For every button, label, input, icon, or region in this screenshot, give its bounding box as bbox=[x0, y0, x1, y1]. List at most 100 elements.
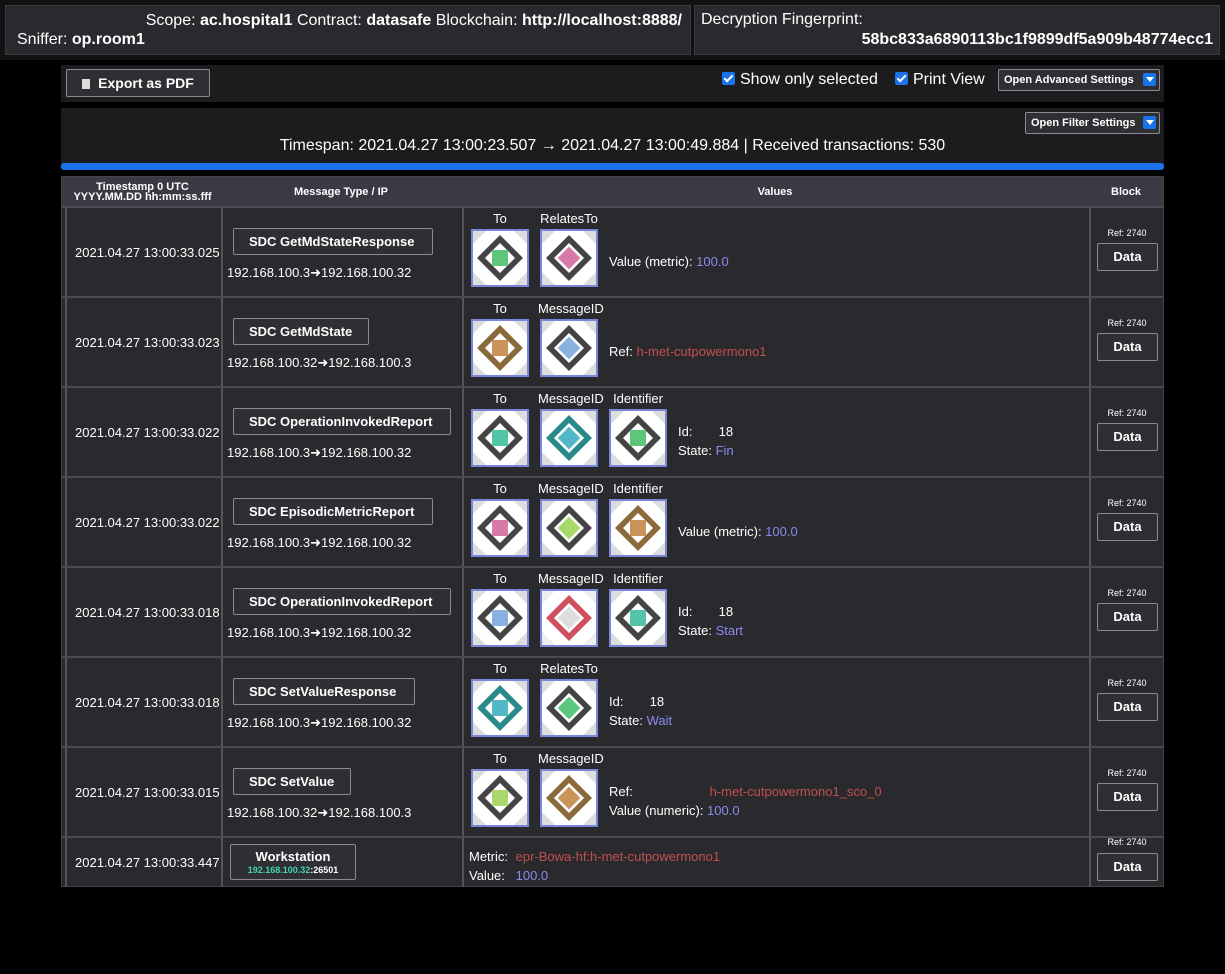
table-row[interactable]: 2021.04.27 13:00:33.022 SDC EpisodicMetri… bbox=[62, 476, 1163, 566]
message-type-button[interactable]: SDC SetValue bbox=[233, 768, 351, 795]
value-label: State: bbox=[678, 623, 712, 638]
show-only-selected-checkbox[interactable]: Show only selected bbox=[722, 71, 878, 89]
message-type-label: SDC GetMdState bbox=[249, 324, 353, 339]
table-row[interactable]: 2021.04.27 13:00:33.018 SDC SetValueRespo… bbox=[62, 656, 1163, 746]
contract-label: Contract: bbox=[296, 12, 362, 29]
identicon-label: To bbox=[493, 301, 507, 316]
ip-route: 192.168.100.3➜192.168.100.32 bbox=[227, 445, 412, 460]
identicon-group: Identifier bbox=[607, 391, 669, 467]
message-type-label: SDC SetValueResponse bbox=[249, 684, 397, 699]
timestamp-cell: 2021.04.27 13:00:33.022 bbox=[65, 388, 220, 476]
block-ref: Ref: 2740 bbox=[1107, 228, 1147, 238]
timestamp-cell: 2021.04.27 13:00:33.018 bbox=[65, 568, 220, 656]
value-label: Id: bbox=[678, 604, 693, 619]
value-text: 100.0 bbox=[696, 254, 729, 269]
message-type-label: SDC OperationInvokedReport bbox=[249, 414, 433, 429]
identicon-group: To bbox=[469, 481, 531, 557]
data-button[interactable]: Data bbox=[1097, 783, 1158, 811]
identicon-icon[interactable] bbox=[540, 409, 598, 467]
value-label: State: bbox=[609, 713, 643, 728]
identicon-icon[interactable] bbox=[471, 589, 529, 647]
identicon-label: MessageID bbox=[538, 391, 604, 406]
identicon-icon[interactable] bbox=[471, 679, 529, 737]
identicon-label: Identifier bbox=[613, 571, 663, 586]
message-type-button[interactable]: SDC GetMdStateResponse bbox=[233, 228, 433, 255]
identicon-icon[interactable] bbox=[609, 409, 667, 467]
table-row[interactable]: 2021.04.27 13:00:33.023 SDC GetMdState 192… bbox=[62, 296, 1163, 386]
message-type-button[interactable]: SDC SetValueResponse bbox=[233, 678, 415, 705]
value-label: State: bbox=[678, 443, 712, 458]
block-cell: Ref: 2740 Data bbox=[1089, 298, 1163, 386]
checkbox-checked-icon bbox=[722, 72, 735, 85]
message-type-cell: SDC SetValue 192.168.100.32➜192.168.100.3 bbox=[221, 748, 461, 836]
values-cell: To MessageID Ref: h-met-cutpowermono1_sco_… bbox=[462, 748, 1088, 836]
data-button[interactable]: Data bbox=[1097, 853, 1158, 881]
advanced-settings-select[interactable]: Open Advanced Settings bbox=[998, 69, 1160, 91]
block-ref: Ref: 2740 bbox=[1107, 408, 1147, 418]
block-cell: Ref: 2740 Data bbox=[1089, 208, 1163, 296]
value-text: Start bbox=[715, 623, 744, 638]
table-row[interactable]: 2021.04.27 13:00:33.018 SDC OperationInvo… bbox=[62, 566, 1163, 656]
data-button[interactable]: Data bbox=[1097, 693, 1158, 721]
table-row[interactable]: 2021.04.27 13:00:33.025 SDC GetMdStateRes… bbox=[62, 206, 1163, 296]
identicon-icon[interactable] bbox=[540, 679, 598, 737]
identicon-icon[interactable] bbox=[471, 499, 529, 557]
identicon-icon[interactable] bbox=[471, 229, 529, 287]
print-view-checkbox[interactable]: Print View bbox=[895, 71, 985, 89]
identicon-icon[interactable] bbox=[471, 409, 529, 467]
timespan-summary: Timespan: 2021.04.27 13:00:23.507 → 2021… bbox=[279, 137, 946, 154]
message-type-label: Workstation bbox=[255, 849, 331, 864]
data-button[interactable]: Data bbox=[1097, 513, 1158, 541]
block-ref: Ref: 2740 bbox=[1107, 768, 1147, 778]
identicon-icon[interactable] bbox=[540, 319, 598, 377]
identicon-icon[interactable] bbox=[540, 589, 598, 647]
value-label: Value (metric): bbox=[678, 524, 762, 539]
message-type-button[interactable]: SDC OperationInvokedReport bbox=[233, 408, 451, 435]
data-button[interactable]: Data bbox=[1097, 423, 1158, 451]
value-text: h-met-cutpowermono1_sco_0 bbox=[709, 784, 882, 799]
identicon-icon[interactable] bbox=[609, 589, 667, 647]
data-button[interactable]: Data bbox=[1097, 603, 1158, 631]
identicon-icon[interactable] bbox=[471, 319, 529, 377]
identicon-icon[interactable] bbox=[540, 499, 598, 557]
value-label: Metric: bbox=[469, 849, 508, 864]
identicon-icon[interactable] bbox=[471, 769, 529, 827]
table-row[interactable]: 2021.04.27 13:00:33.015 SDC SetValue 192.1… bbox=[62, 746, 1163, 836]
checkbox-checked-icon bbox=[895, 72, 908, 85]
ip-address: 192.168.100.32 bbox=[247, 865, 311, 875]
table-row[interactable]: 2021.04.27 13:00:33.022 SDC OperationInvo… bbox=[62, 386, 1163, 476]
table-row[interactable]: 2021.04.27 13:00:33.447 Workstation 192.16… bbox=[62, 836, 1163, 887]
toolbar: Export as PDF Show only selected Print V… bbox=[61, 65, 1164, 102]
pdf-icon bbox=[82, 79, 91, 89]
data-button[interactable]: Data bbox=[1097, 243, 1158, 271]
identicon-icon[interactable] bbox=[540, 229, 598, 287]
export-pdf-button[interactable]: Export as PDF bbox=[66, 69, 210, 97]
advanced-settings-label: Open Advanced Settings bbox=[1004, 74, 1134, 86]
message-type-button[interactable]: SDC OperationInvokedReport bbox=[233, 588, 451, 615]
data-button[interactable]: Data bbox=[1097, 333, 1158, 361]
fingerprint-label: Decryption Fingerprint: bbox=[701, 11, 863, 28]
show-only-selected-label: Show only selected bbox=[740, 71, 878, 88]
timestamp: 2021.04.27 13:00:33.015 bbox=[75, 784, 220, 800]
scope-panel: Scope: ac.hospital1 Contract: datasafe B… bbox=[5, 5, 691, 55]
value-list: Ref: h-met-cutpowermono1_sco_0 Value (num… bbox=[609, 782, 882, 820]
message-type-label: SDC SetValue bbox=[249, 774, 335, 789]
identicon-icon[interactable] bbox=[540, 769, 598, 827]
ip-route: 192.168.100.3➜192.168.100.32 bbox=[227, 265, 412, 280]
workstation-button[interactable]: Workstation 192.168.100.32:26501 bbox=[230, 844, 356, 880]
message-type-button[interactable]: SDC EpisodicMetricReport bbox=[233, 498, 433, 525]
block-ref: Ref: 2740 bbox=[1107, 588, 1147, 598]
value-list: Id: 18 State: Fin bbox=[678, 422, 734, 460]
value-text: 100.0 bbox=[707, 803, 740, 818]
identicon-group: MessageID bbox=[538, 571, 604, 647]
identicon-icon[interactable] bbox=[609, 499, 667, 557]
timestamp-header-line2: YYYY.MM.DD hh:mm:ss.fff bbox=[73, 190, 212, 203]
value-label: Value: bbox=[469, 868, 505, 883]
block-cell: Ref: 2740 Data bbox=[1089, 658, 1163, 746]
message-type-cell: SDC EpisodicMetricReport 192.168.100.3➜19… bbox=[221, 478, 461, 566]
filter-settings-select[interactable]: Open Filter Settings bbox=[1025, 112, 1160, 134]
message-type-button[interactable]: SDC GetMdState bbox=[233, 318, 369, 345]
identicon-label: To bbox=[493, 751, 507, 766]
sniffer-line: Sniffer: op.room1 bbox=[17, 31, 145, 49]
transactions-table: Timestamp 0 UTC YYYY.MM.DD hh:mm:ss.fff … bbox=[61, 176, 1164, 887]
